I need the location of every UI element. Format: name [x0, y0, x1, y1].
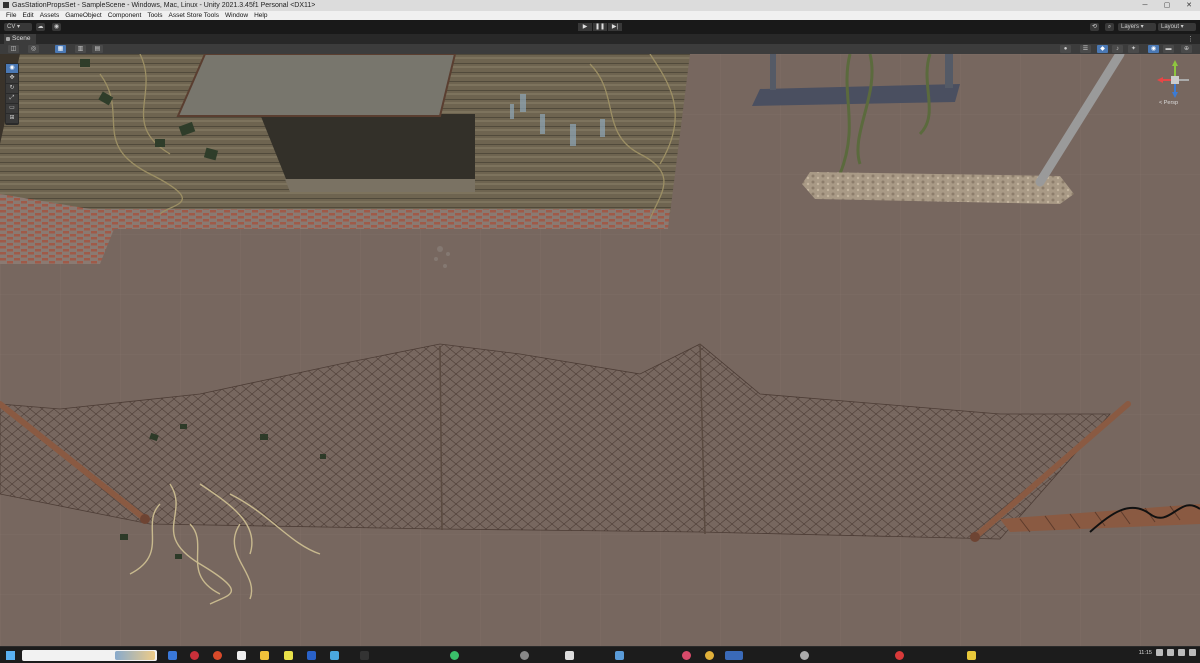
cloud-icon[interactable]: ☁ [36, 23, 45, 31]
app-icon-11[interactable] [705, 651, 714, 660]
search-highlight-image [115, 651, 155, 660]
window-titlebar: GasStationPropsSet - SampleScene - Windo… [0, 0, 1200, 11]
app-icon-3[interactable] [307, 651, 316, 660]
menu-component[interactable]: Component [105, 11, 145, 20]
app-icon-2[interactable] [284, 651, 293, 660]
rotate-tool-icon[interactable]: ↻ [6, 84, 18, 93]
2d-toggle-icon[interactable]: ☰ [1080, 45, 1091, 53]
menu-bar: File Edit Assets GameObject Component To… [0, 11, 1200, 20]
menu-asset-store-tools[interactable]: Asset Store Tools [166, 11, 222, 20]
y-axis-cone-icon [1172, 60, 1178, 66]
account-dropdown[interactable]: CV ▾ [4, 23, 32, 31]
account-label: CV [7, 24, 16, 30]
settings-icon[interactable] [1189, 649, 1196, 656]
app-icon-7[interactable] [520, 651, 529, 660]
orientation-gizmo[interactable]: < Persp [1155, 60, 1195, 106]
layout-label: Layout [1161, 24, 1180, 30]
minimize-button[interactable]: ─ [1134, 0, 1156, 11]
perspective-label[interactable]: < Persp [1159, 100, 1178, 106]
app-icon-14[interactable] [967, 651, 976, 660]
windows-taskbar: 11:15 [0, 646, 1200, 663]
system-tray: 11:15 [1139, 649, 1196, 656]
taskview-icon[interactable] [168, 651, 177, 660]
scene-viewport[interactable]: < Persp [0, 54, 1200, 646]
move-tool-icon[interactable]: ✥ [6, 74, 18, 83]
search-icon[interactable]: ⌕ [1105, 23, 1114, 31]
unity-logo-icon [3, 2, 9, 8]
tab-scene-label: Scene [12, 35, 31, 42]
transform-tool-icon[interactable]: ⊞ [6, 114, 18, 123]
app-icon-13[interactable] [895, 651, 904, 660]
window-title-text: GasStationPropsSet - SampleScene - Windo… [12, 2, 316, 9]
volume-icon[interactable] [1167, 649, 1174, 656]
app-icon-9[interactable] [615, 651, 624, 660]
history-icon[interactable]: ⟲ [1090, 23, 1099, 31]
app-icon-8[interactable] [565, 651, 574, 660]
play-controls: ▶ ❚❚ ▶| [578, 23, 622, 31]
global-toggle-icon[interactable]: ◎ [28, 45, 39, 53]
menu-assets[interactable]: Assets [37, 11, 63, 20]
network-icon[interactable] [1156, 649, 1163, 656]
rect-tool-icon[interactable]: ▭ [6, 104, 18, 113]
layers-label: Layers [1121, 24, 1140, 30]
collab-icon[interactable]: ◉ [52, 23, 61, 31]
menu-tools[interactable]: Tools [144, 11, 165, 20]
menu-help[interactable]: Help [251, 11, 270, 20]
z-axis-cone-icon [1172, 92, 1178, 98]
maximize-button[interactable]: ▢ [1156, 0, 1178, 11]
layout-dropdown[interactable]: Layout ▾ [1158, 23, 1196, 31]
window-title: GasStationPropsSet - SampleScene - Windo… [3, 0, 315, 11]
menu-gameobject[interactable]: GameObject [62, 11, 105, 20]
camera-icon[interactable]: ▬ [1163, 45, 1174, 53]
pause-button[interactable]: ❚❚ [593, 23, 607, 31]
scene-tab-bar: Scene ⋮ [0, 34, 1200, 44]
main-toolbar: CV ▾ ☁ ◉ ▶ ❚❚ ▶| ⟲ ⌕ Layers ▾ Layout ▾ [0, 20, 1200, 34]
taskbar-clock[interactable]: 11:15 [1139, 650, 1152, 656]
notification-icon[interactable] [1178, 649, 1185, 656]
close-button[interactable]: ✕ [1178, 0, 1200, 11]
menu-file[interactable]: File [3, 11, 19, 20]
app-icon-12[interactable] [800, 651, 809, 660]
transform-tool-palette: ◉ ✥ ↻ ⤢ ▭ ⊞ [5, 63, 19, 125]
menu-edit[interactable]: Edit [19, 11, 36, 20]
window-controls: ─ ▢ ✕ [1134, 0, 1200, 11]
app-icon-10[interactable] [682, 651, 691, 660]
scene-toolbar: ◫ ◎ ▦ ▥ ▤ ● ☰ ◆ ♪ ✦ ◉ ▬ ⊕ [0, 44, 1200, 54]
gizmos-icon[interactable]: ⊕ [1181, 45, 1192, 53]
layers-dropdown[interactable]: Layers ▾ [1118, 23, 1156, 31]
opera-icon[interactable] [190, 651, 199, 660]
chrome-icon[interactable] [213, 651, 222, 660]
play-button[interactable]: ▶ [578, 23, 592, 31]
app-icon-1[interactable] [237, 651, 246, 660]
menu-window[interactable]: Window [222, 11, 251, 20]
app-icon-4[interactable] [330, 651, 339, 660]
more-options-icon[interactable]: ⋮ [1187, 35, 1194, 43]
tab-scene[interactable]: Scene [4, 34, 37, 44]
app-icon-5[interactable] [360, 651, 369, 660]
start-icon[interactable] [6, 651, 15, 660]
unity-task-icon[interactable] [725, 651, 743, 660]
grid-plane-icon[interactable]: ▤ [92, 45, 103, 53]
scale-tool-icon[interactable]: ⤢ [6, 94, 18, 103]
folder-icon[interactable] [260, 651, 269, 660]
scene-render [0, 54, 1200, 646]
pivot-toggle-icon[interactable]: ◫ [8, 45, 19, 53]
audio-icon[interactable]: ♪ [1112, 45, 1123, 53]
app-icon-6[interactable] [450, 651, 459, 660]
draw-mode-icon[interactable]: ● [1060, 45, 1071, 53]
hidden-objects-icon[interactable]: ◉ [1148, 45, 1159, 53]
grid-snap-icon[interactable]: ▦ [55, 45, 66, 53]
step-button[interactable]: ▶| [608, 23, 622, 31]
effects-icon[interactable]: ✦ [1128, 45, 1139, 53]
snap-increment-icon[interactable]: ▥ [75, 45, 86, 53]
scene-icon [6, 37, 10, 41]
x-axis-cone-icon [1157, 77, 1163, 83]
lighting-icon[interactable]: ◆ [1097, 45, 1108, 53]
view-tool-icon[interactable]: ◉ [6, 64, 18, 73]
taskbar-search-box[interactable] [22, 650, 157, 661]
